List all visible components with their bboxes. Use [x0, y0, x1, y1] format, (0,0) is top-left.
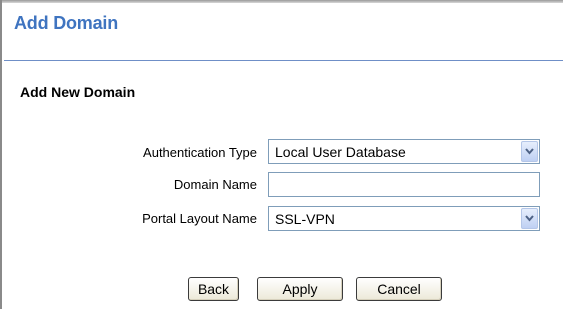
- domain-name-label: Domain Name: [173, 177, 257, 192]
- domain-name-input[interactable]: [268, 172, 540, 197]
- portal-layout-name-value: SSL-VPN: [275, 211, 335, 227]
- authentication-type-value: Local User Database: [275, 144, 406, 160]
- title-bar: Add Domain: [4, 3, 563, 41]
- add-domain-panel: Add Domain Add New Domain Authentication…: [0, 0, 563, 309]
- chevron-down-icon[interactable]: [521, 141, 538, 162]
- page-title: Add Domain: [14, 13, 118, 33]
- apply-button-label: Apply: [282, 281, 318, 297]
- chevron-down-icon[interactable]: [521, 208, 538, 229]
- authentication-type-select[interactable]: Local User Database: [268, 139, 540, 164]
- apply-button[interactable]: Apply: [257, 277, 343, 301]
- cancel-button-label: Cancel: [377, 281, 421, 297]
- back-button[interactable]: Back: [188, 277, 239, 301]
- section-title: Add New Domain: [20, 84, 136, 100]
- cancel-button[interactable]: Cancel: [356, 277, 442, 301]
- authentication-type-label: Authentication Type: [143, 145, 257, 160]
- title-divider: [4, 60, 563, 61]
- portal-layout-name-select[interactable]: SSL-VPN: [268, 206, 540, 231]
- back-button-label: Back: [197, 281, 230, 297]
- portal-layout-name-label: Portal Layout Name: [142, 211, 257, 226]
